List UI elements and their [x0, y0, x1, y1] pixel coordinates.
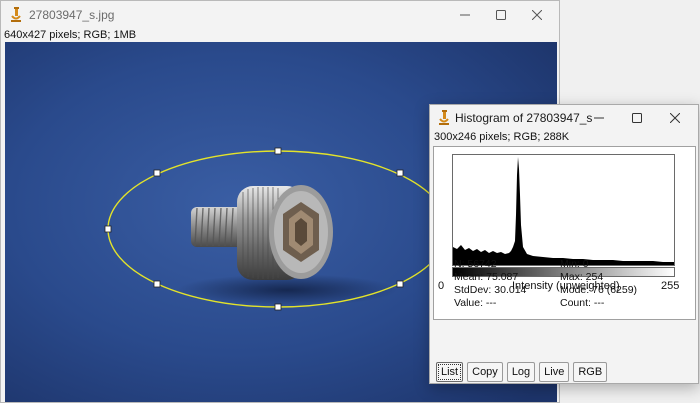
maximize-icon	[496, 10, 506, 20]
selection-handle[interactable]	[104, 225, 112, 233]
maximize-button[interactable]	[483, 1, 519, 29]
image-info: 640x427 pixels; RGB; 1MB	[4, 29, 137, 41]
maximize-button[interactable]	[620, 105, 654, 131]
minimize-button[interactable]	[582, 105, 616, 131]
maximize-icon	[632, 113, 642, 123]
histogram-plot	[452, 154, 675, 266]
minimize-icon	[460, 14, 470, 16]
minimize-icon	[594, 117, 604, 119]
axis-max-label: 255	[661, 280, 680, 292]
close-button[interactable]	[519, 1, 555, 29]
selection-handle[interactable]	[274, 303, 282, 311]
image-window-titlebar[interactable]: 27803947_s.jpg	[1, 1, 559, 29]
minimize-button[interactable]	[447, 1, 483, 29]
stat-count: Count: ---	[560, 297, 605, 309]
close-icon	[532, 10, 542, 20]
selection-handle[interactable]	[396, 169, 404, 177]
imagej-microscope-icon	[11, 7, 21, 22]
log-button[interactable]: Log	[506, 362, 536, 382]
close-icon	[670, 113, 680, 123]
histogram-button-bar: List Copy Log Live RGB	[436, 362, 608, 382]
imagej-microscope-icon	[439, 110, 449, 125]
selection-handle[interactable]	[153, 169, 161, 177]
live-button[interactable]: Live	[539, 362, 570, 382]
histogram-bars	[453, 157, 674, 265]
stat-max: Max: 254	[560, 271, 604, 283]
stat-mean: Mean: 75.087	[454, 271, 519, 283]
list-button[interactable]: List	[436, 362, 464, 382]
stat-min: Min: 0	[560, 258, 589, 270]
stat-stddev: StdDev: 30.014	[454, 284, 527, 296]
axis-min-label: 0	[438, 280, 445, 292]
histogram-titlebar[interactable]: Histogram of 27803947_s	[430, 105, 698, 131]
stat-n: N: 56742	[454, 258, 497, 270]
close-button[interactable]	[658, 105, 692, 131]
copy-button[interactable]: Copy	[467, 362, 503, 382]
selection-handle[interactable]	[274, 147, 282, 155]
selection-handle[interactable]	[396, 280, 404, 288]
stat-value: Value: ---	[454, 297, 497, 309]
rgb-button[interactable]: RGB	[573, 362, 608, 382]
histogram-info: 300x246 pixels; RGB; 288K	[434, 131, 570, 143]
image-window-title: 27803947_s.jpg	[29, 8, 115, 22]
histogram-window[interactable]: Histogram of 27803947_s 300x246 pixels; …	[429, 104, 699, 384]
stat-mode: Mode: 76 (6259)	[560, 284, 638, 296]
histogram-title: Histogram of 27803947_s	[455, 111, 593, 125]
selection-handle[interactable]	[153, 280, 161, 288]
